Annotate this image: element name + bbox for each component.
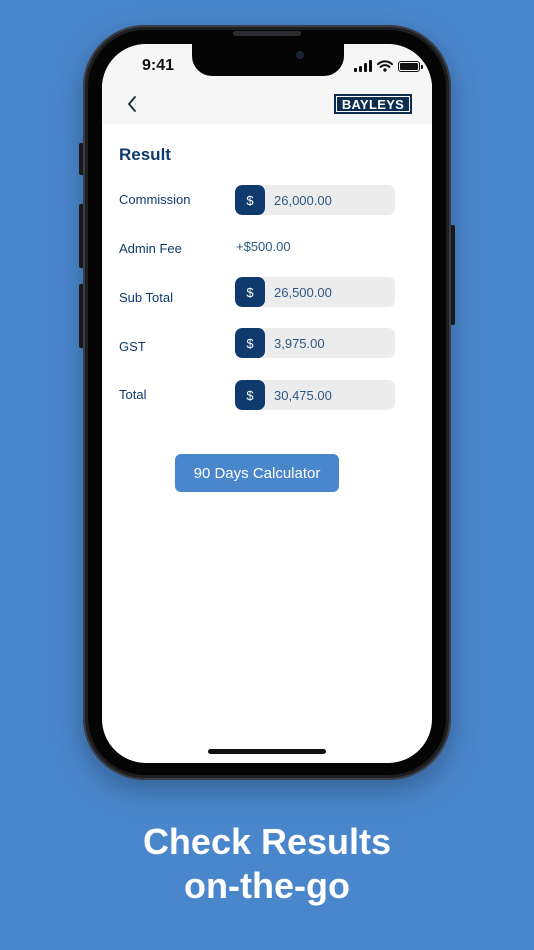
sub-total-label: Sub Total: [119, 290, 173, 305]
commission-value: 26,000.00: [274, 192, 332, 208]
commission-label: Commission: [119, 192, 191, 207]
back-button[interactable]: [120, 92, 144, 116]
chevron-left-icon: [128, 96, 136, 112]
total-label: Total: [119, 387, 147, 402]
commission-field: $ 26,000.00: [235, 185, 395, 215]
cellular-signal-icon: [354, 60, 372, 72]
status-icons: [354, 58, 423, 72]
currency-badge: $: [235, 185, 265, 215]
logo-text: BAYLEYS: [341, 96, 405, 112]
wifi-icon: [377, 60, 393, 72]
phone-screen: 9:41 BAYLEYS Result Commission $ 26,000.…: [102, 44, 432, 763]
promo-caption: Check Results on-the-go: [0, 820, 534, 908]
gst-label: GST: [119, 339, 146, 354]
caption-line-2: on-the-go: [184, 865, 350, 906]
home-indicator[interactable]: [208, 749, 326, 754]
sub-total-value: 26,500.00: [274, 284, 332, 300]
total-field: $ 30,475.00: [235, 380, 395, 410]
90-days-calculator-button[interactable]: 90 Days Calculator: [175, 454, 339, 492]
admin-fee-value: +$500.00: [236, 239, 291, 254]
front-camera: [296, 51, 304, 59]
total-value: 30,475.00: [274, 387, 332, 403]
bayleys-logo: BAYLEYS: [334, 94, 412, 114]
result-title: Result: [119, 145, 171, 164]
admin-fee-label: Admin Fee: [119, 241, 182, 256]
currency-badge: $: [235, 277, 265, 307]
status-time: 9:41: [142, 57, 175, 74]
sub-total-field: $ 26,500.00: [235, 277, 395, 307]
gst-value: 3,975.00: [274, 335, 325, 351]
notch: [192, 44, 344, 76]
battery-icon: [398, 61, 423, 72]
caption-line-1: Check Results: [142, 821, 392, 862]
earpiece-speaker: [233, 31, 301, 36]
gst-field: $ 3,975.00: [235, 328, 395, 358]
currency-badge: $: [235, 328, 265, 358]
currency-badge: $: [235, 380, 265, 410]
